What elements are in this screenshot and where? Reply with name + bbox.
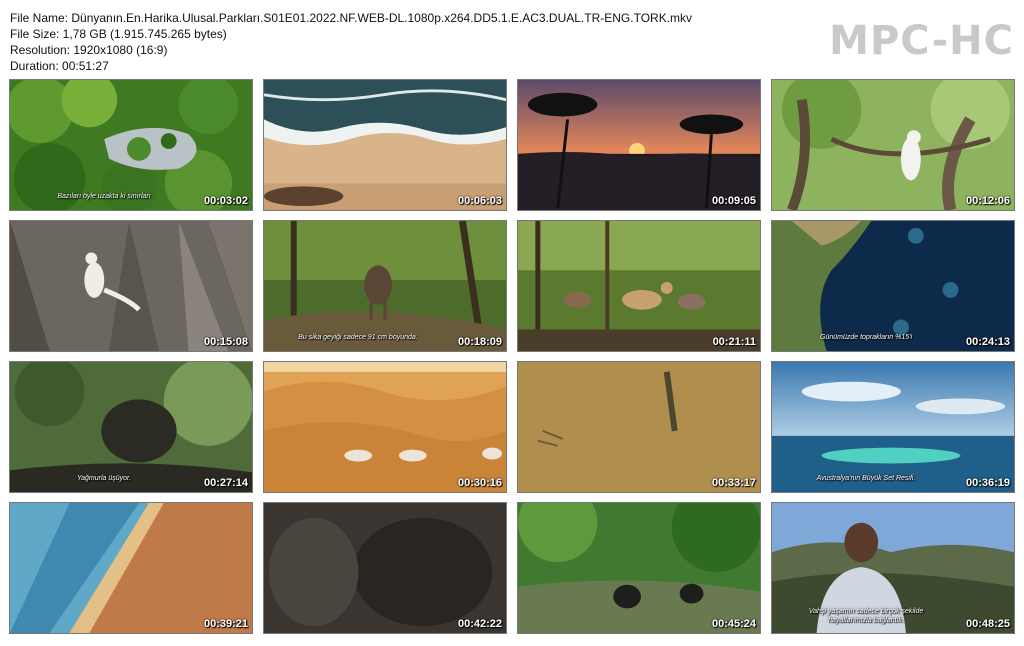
subtitle-text: Vahşi yaşamın sadece birçok şekilde hayat… — [808, 608, 924, 624]
timestamp: 00:36:19 — [965, 477, 1010, 489]
timestamp: 00:06:03 — [457, 195, 502, 207]
mpc-hc-logo: MPC-HC — [829, 18, 1014, 64]
thumbnail-9: Yağmurla üşüyor. 00:27:14 — [9, 361, 253, 493]
thumbnail-10: 00:30:16 — [263, 361, 507, 493]
crocodile-river-image — [518, 362, 760, 492]
thumbnail-2: 00:06:03 — [263, 79, 507, 211]
timestamp: 00:30:16 — [457, 477, 502, 489]
forest-canopy-image — [10, 80, 252, 210]
thumbnail-1: Bazıları öyle uzakta ki sınırları 00:03:… — [9, 79, 253, 211]
timestamp: 00:48:25 — [965, 618, 1010, 630]
deer-herd-image — [518, 221, 760, 351]
timestamp: 00:18:09 — [457, 336, 502, 348]
lemur-tree-image — [772, 80, 1014, 210]
deer-forest-image — [264, 221, 506, 351]
thumbnail-6: Bu sika geyiği sadece 91 cm boyunda. 00:… — [263, 220, 507, 352]
timestamp: 00:39:21 — [203, 618, 248, 630]
thumbnail-grid: Bazıları öyle uzakta ki sınırları 00:03:… — [9, 79, 1015, 634]
file-size: File Size: 1,78 GB (1.915.745.265 bytes) — [10, 27, 227, 41]
timestamp: 00:33:17 — [711, 477, 756, 489]
timestamp: 00:12:06 — [965, 195, 1010, 207]
timestamp: 00:24:13 — [965, 336, 1010, 348]
subtitle-text: Yağmurla üşüyor. — [76, 475, 132, 482]
timestamp: 00:27:14 — [203, 477, 248, 489]
subtitle-text: Bazıları öyle uzakta ki sınırları — [57, 193, 151, 200]
thumbnail-8: Günümüzde toprakların %15'i 00:24:13 — [771, 220, 1015, 352]
thumbnail-15: 00:45:24 — [517, 502, 761, 634]
satellite-map-image — [772, 221, 1014, 351]
timestamp: 00:45:24 — [711, 618, 756, 630]
thumbnail-7: 00:21:11 — [517, 220, 761, 352]
duration: Duration: 00:51:27 — [10, 59, 109, 73]
thumbnail-4: 00:12:06 — [771, 79, 1015, 211]
timestamp: 00:03:02 — [203, 195, 248, 207]
thumbnail-11: 00:33:17 — [517, 361, 761, 493]
timestamp: 00:42:22 — [457, 618, 502, 630]
thumbnail-5: 00:15:08 — [9, 220, 253, 352]
monkey-rain-image — [10, 362, 252, 492]
thumbnail-3: 00:09:05 — [517, 79, 761, 211]
timestamp: 00:09:05 — [711, 195, 756, 207]
thumbnail-16: Vahşi yaşamın sadece birçok şekilde hayat… — [771, 502, 1015, 634]
thumbnail-14: 00:42:22 — [263, 502, 507, 634]
file-name: File Name: Dünyanın.En.Harika.Ulusal.Par… — [10, 11, 693, 25]
gorillas-field-image — [518, 503, 760, 633]
thumbnail-13: 00:39:21 — [9, 502, 253, 634]
file-info: File Name: Dünyanın.En.Harika.Ulusal.Par… — [10, 10, 692, 74]
subtitle-text: Bu sika geyiği sadece 91 cm boyunda. — [298, 334, 418, 341]
gorilla-closeup-image — [264, 503, 506, 633]
subtitle-text: Günümüzde toprakların %15'i — [820, 334, 912, 341]
reef-sky-image — [772, 362, 1014, 492]
lemur-rock-image — [10, 221, 252, 351]
thumbnail-12: Avustralya'nın Büyük Set Resifi. 00:36:1… — [771, 361, 1015, 493]
timestamp: 00:21:11 — [712, 336, 756, 348]
coast-aerial-image — [10, 503, 252, 633]
resolution: Resolution: 1920x1080 (16:9) — [10, 43, 168, 57]
sunset-trees-image — [518, 80, 760, 210]
beach-aerial-image — [264, 80, 506, 210]
desert-oryx-image — [264, 362, 506, 492]
subtitle-text: Avustralya'nın Büyük Set Resifi. — [816, 475, 916, 482]
timestamp: 00:15:08 — [203, 336, 248, 348]
